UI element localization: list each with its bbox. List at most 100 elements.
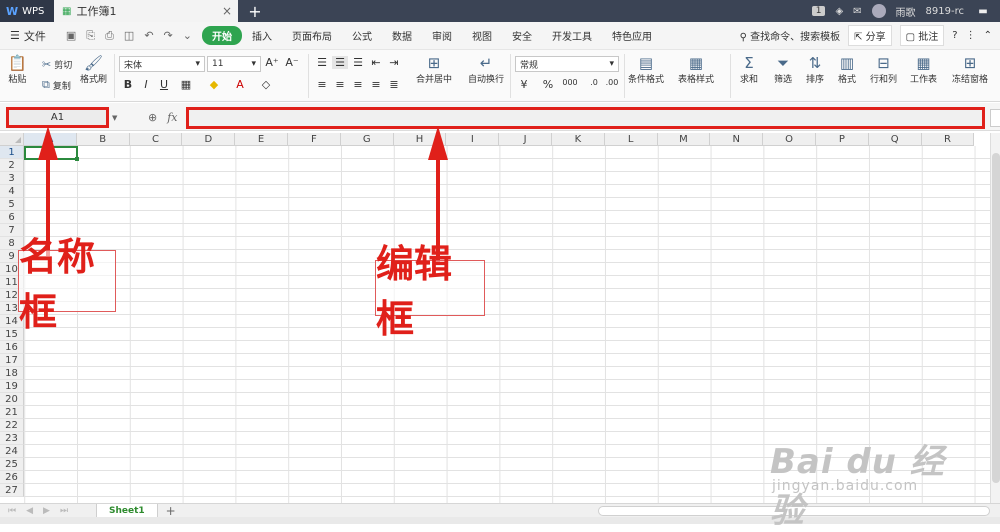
name-box[interactable]: A1: [6, 107, 109, 128]
conditional-format-button[interactable]: ▤ 条件格式: [628, 54, 664, 85]
increase-decimal-icon[interactable]: .0: [586, 78, 602, 87]
column-header[interactable]: I: [446, 133, 500, 146]
decrease-font-icon[interactable]: A⁻: [284, 56, 300, 69]
row-header[interactable]: 17: [0, 354, 24, 367]
row-header[interactable]: 5: [0, 198, 24, 211]
align-center-icon[interactable]: ≡: [332, 78, 348, 91]
freeze-panes-button[interactable]: ⊞ 冻结窗格: [952, 54, 988, 85]
tab-page-layout[interactable]: 页面布局: [282, 28, 342, 43]
percent-icon[interactable]: %: [540, 78, 556, 91]
increase-font-icon[interactable]: A⁺: [264, 56, 280, 69]
redo-icon[interactable]: ↷: [164, 29, 173, 43]
collapse-ribbon-icon[interactable]: ⌃: [984, 30, 992, 41]
distributed-icon[interactable]: ≣: [386, 78, 402, 91]
vertical-scrollbar[interactable]: [990, 133, 1000, 503]
row-header[interactable]: 6: [0, 211, 24, 224]
column-header[interactable]: B: [76, 133, 130, 146]
column-header[interactable]: M: [657, 133, 711, 146]
thousands-icon[interactable]: 000: [562, 78, 578, 87]
tab-view[interactable]: 视图: [462, 28, 502, 43]
close-tab-icon[interactable]: ×: [222, 4, 232, 18]
font-color-icon[interactable]: A: [232, 78, 248, 91]
font-size-select[interactable]: 11 ▾: [207, 56, 261, 72]
skin-icon[interactable]: ◈: [835, 6, 843, 17]
last-sheet-icon[interactable]: ⏭: [60, 506, 68, 516]
column-header[interactable]: L: [604, 133, 658, 146]
copy-button[interactable]: ⧉ 复制: [42, 78, 71, 92]
column-header[interactable]: J: [499, 133, 552, 146]
column-header[interactable]: Q: [868, 133, 922, 146]
fill-color-icon[interactable]: ◆: [206, 78, 222, 91]
chevron-down-icon[interactable]: ⌄: [183, 29, 192, 43]
cut-button[interactable]: ✂ 剪切: [42, 58, 72, 71]
currency-icon[interactable]: ¥: [516, 78, 532, 91]
function-icon[interactable]: fx: [167, 111, 177, 124]
formula-input[interactable]: [186, 107, 985, 129]
row-header[interactable]: 1: [0, 146, 24, 159]
number-format-select[interactable]: 常规 ▾: [515, 56, 619, 72]
row-col-button[interactable]: ⊟ 行和列: [870, 54, 897, 85]
expand-formula-bar[interactable]: [990, 109, 1000, 127]
search-command[interactable]: ⚲ 查找命令、搜索模板: [740, 28, 841, 43]
align-left-icon[interactable]: ≡: [314, 78, 330, 91]
help-icon[interactable]: ?: [952, 30, 957, 41]
print-icon[interactable]: ⎙: [105, 29, 114, 43]
indent-increase-icon[interactable]: ⇥: [386, 56, 402, 69]
column-header[interactable]: R: [921, 133, 975, 146]
column-header[interactable]: E: [235, 133, 288, 146]
undo-icon[interactable]: ↶: [144, 29, 153, 43]
sheet-tab[interactable]: Sheet1: [96, 503, 158, 518]
tab-data[interactable]: 数据: [382, 28, 422, 43]
bold-icon[interactable]: B: [120, 78, 136, 91]
format-painter-button[interactable]: 🖌 格式刷: [80, 54, 107, 85]
indent-decrease-icon[interactable]: ⇤: [368, 56, 384, 69]
row-header[interactable]: 3: [0, 172, 24, 185]
column-header[interactable]: F: [288, 133, 341, 146]
row-header[interactable]: 4: [0, 185, 24, 198]
column-header[interactable]: D: [182, 133, 236, 146]
row-header[interactable]: 2: [0, 159, 24, 172]
zoom-icon[interactable]: ⊕: [148, 111, 157, 124]
paste-button[interactable]: 📋 粘贴: [8, 54, 27, 85]
format-button[interactable]: ▥ 格式: [838, 54, 856, 85]
file-menu-button[interactable]: ☰ 文件: [0, 28, 56, 44]
align-right-icon[interactable]: ≡: [350, 78, 366, 91]
column-header[interactable]: G: [340, 133, 394, 146]
column-header[interactable]: K: [552, 133, 605, 146]
add-sheet-icon[interactable]: +: [158, 504, 184, 518]
filter-button[interactable]: ⏷ 筛选: [774, 54, 792, 85]
column-header[interactable]: P: [816, 133, 869, 146]
table-style-button[interactable]: ▦ 表格样式: [678, 54, 714, 85]
next-sheet-icon[interactable]: ▶: [43, 506, 50, 516]
tab-home[interactable]: 开始: [201, 26, 242, 45]
avatar[interactable]: [871, 4, 886, 18]
row-header[interactable]: 25: [0, 458, 24, 471]
row-header[interactable]: 21: [0, 406, 24, 419]
wrap-text-button[interactable]: ↵ 自动换行: [468, 54, 504, 85]
save-icon[interactable]: ▣: [66, 29, 76, 43]
page-count-badge[interactable]: 1: [811, 6, 826, 16]
chevron-down-icon[interactable]: ▼: [112, 114, 117, 122]
share-button[interactable]: ⇱ 分享: [848, 25, 892, 46]
workbook-tab[interactable]: ▦ 工作簿1 ×: [54, 0, 238, 22]
mail-icon[interactable]: ✉: [853, 6, 861, 17]
tab-developer[interactable]: 开发工具: [542, 28, 602, 43]
column-header[interactable]: N: [710, 133, 764, 146]
worksheet-button[interactable]: ▦ 工作表: [910, 54, 937, 85]
sum-button[interactable]: Σ 求和: [740, 54, 758, 85]
row-header[interactable]: 19: [0, 380, 24, 393]
preview-icon[interactable]: ◫: [124, 29, 134, 43]
select-all-corner[interactable]: [0, 133, 24, 146]
align-top-icon[interactable]: ☰: [314, 56, 330, 69]
wps-brand-button[interactable]: W WPS: [0, 0, 54, 22]
row-header[interactable]: 24: [0, 445, 24, 458]
border-icon[interactable]: ▦: [178, 78, 194, 91]
tab-insert[interactable]: 插入: [242, 28, 282, 43]
row-header[interactable]: 18: [0, 367, 24, 380]
new-tab-button[interactable]: +: [238, 0, 272, 22]
row-header[interactable]: 26: [0, 471, 24, 484]
first-sheet-icon[interactable]: ⏮: [8, 506, 16, 516]
scroll-thumb[interactable]: [992, 153, 1000, 483]
tab-formulas[interactable]: 公式: [342, 28, 382, 43]
comment-button[interactable]: ▢ 批注: [899, 25, 945, 46]
